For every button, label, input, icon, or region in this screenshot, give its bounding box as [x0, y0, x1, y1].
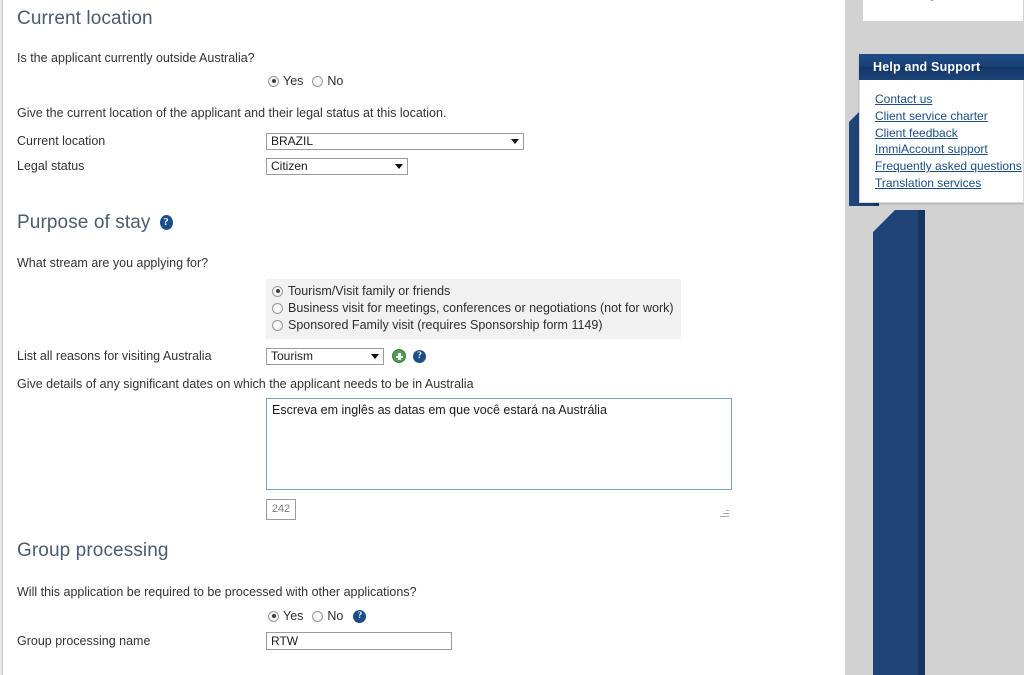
significant-dates-textarea[interactable] — [266, 398, 732, 490]
reasons-select[interactable]: Tourism — [266, 347, 384, 365]
radio-yes-icon[interactable] — [268, 610, 279, 622]
character-counter: 242 — [266, 499, 296, 520]
legal-status-select-value: Citizen — [271, 158, 308, 173]
chevron-down-icon[interactable] — [511, 139, 519, 144]
group-processing-yes-option[interactable]: Yes — [268, 609, 303, 623]
stream-option-tourism-label: Tourism/Visit family or friends — [288, 284, 451, 299]
group-processing-question: Will this application be required to be … — [17, 585, 417, 599]
group-processing-no-option[interactable]: No — [312, 609, 343, 623]
radio-business-icon[interactable] — [272, 302, 283, 314]
page-root: Current location Is the applicant curren… — [0, 0, 1024, 675]
help-icon-purpose-of-stay[interactable]: ? — [159, 215, 173, 230]
group-processing-name-label: Group processing name — [17, 634, 151, 649]
significant-dates-label: Give details of any significant dates on… — [17, 376, 474, 391]
section-title-current-location: Current location — [17, 8, 837, 30]
link-contact-us[interactable]: Contact us — [875, 91, 1023, 108]
link-client-service-charter[interactable]: Client service charter — [875, 108, 1023, 125]
outside-australia-radio-group: Yes No — [268, 74, 837, 88]
help-and-support-panel: Help and Support Contact us Client servi… — [859, 54, 1024, 203]
reasons-label: List all reasons for visiting Australia — [17, 349, 212, 364]
current-location-select[interactable]: BRAZIL — [266, 132, 524, 150]
purpose-of-stay-heading-text: Purpose of stay — [17, 211, 151, 233]
stream-options-wrapper: Tourism/Visit family or friends Business… — [266, 278, 837, 339]
stream-option-business-label: Business visit for meetings, conferences… — [288, 301, 674, 316]
radio-yes-icon[interactable] — [268, 75, 279, 87]
current-location-select-value: BRAZIL — [271, 133, 314, 148]
current-location-field-label: Current location — [17, 134, 106, 148]
help-and-support-links: Contact us Client service charter Client… — [859, 80, 1024, 203]
stream-radio-group: Tourism/Visit family or friends Business… — [266, 278, 681, 339]
decorative-ribbon-lower — [873, 210, 925, 675]
stream-question: What stream are you applying for? — [17, 255, 209, 270]
radio-tourism-icon[interactable] — [272, 285, 283, 297]
significant-dates-field-wrapper: 242 — [266, 398, 732, 520]
add-reason-icon[interactable] — [392, 349, 406, 364]
help-and-support-header: Help and Support — [859, 54, 1024, 80]
section-title-purpose-of-stay: Purpose of stay ? — [17, 212, 837, 234]
current-location-question: Is the applicant currently outside Austr… — [17, 51, 255, 65]
help-icon-reasons[interactable]: ? — [413, 349, 426, 363]
stream-option-sponsored-family-label: Sponsored Family visit (requires Sponsor… — [288, 318, 603, 333]
chevron-down-icon[interactable] — [371, 354, 379, 360]
link-client-feedback[interactable]: Client feedback — [875, 125, 1023, 142]
resize-grip-icon[interactable] — [720, 508, 729, 517]
legal-status-select[interactable]: Citizen — [266, 157, 408, 175]
stream-option-sponsored-family[interactable]: Sponsored Family visit (requires Sponsor… — [272, 317, 674, 334]
radio-no-icon[interactable] — [312, 75, 324, 87]
group-processing-name-input[interactable] — [266, 632, 452, 651]
current-location-heading-text: Current location — [17, 8, 153, 29]
radio-sponsored-family-icon[interactable] — [272, 319, 283, 331]
row-legal-status: Legal status Citizen — [17, 157, 837, 175]
group-processing-yes-label: Yes — [283, 609, 304, 624]
rail-card-above: Processing times — [862, 0, 1024, 21]
group-processing-radio-group: Yes No ? — [268, 609, 837, 623]
row-reasons: List all reasons for visiting Australia … — [17, 347, 837, 365]
link-immiaccount-support[interactable]: ImmiAccount support — [875, 141, 1023, 158]
stream-option-tourism[interactable]: Tourism/Visit family or friends — [272, 283, 674, 300]
processing-times-link[interactable]: Processing times — [876, 0, 967, 1]
outside-australia-no-label: No — [327, 74, 344, 89]
outside-australia-yes-option[interactable]: Yes — [268, 74, 303, 88]
chevron-down-icon[interactable] — [395, 164, 403, 169]
row-group-processing-name: Group processing name — [17, 632, 837, 651]
help-icon-group-processing[interactable]: ? — [353, 609, 367, 623]
radio-no-icon[interactable] — [312, 610, 324, 622]
form-content: Current location Is the applicant curren… — [17, 0, 837, 675]
group-processing-heading-text: Group processing — [17, 540, 169, 561]
stream-option-business[interactable]: Business visit for meetings, conferences… — [272, 300, 674, 317]
reasons-select-value: Tourism — [271, 348, 314, 363]
link-translation-services[interactable]: Translation services — [875, 175, 1023, 192]
section-title-group-processing: Group processing — [17, 540, 837, 562]
row-current-location: Current location BRAZIL — [17, 132, 837, 150]
form-panel: Current location Is the applicant curren… — [0, 0, 846, 675]
outside-australia-yes-label: Yes — [283, 74, 304, 89]
legal-status-field-label: Legal status — [17, 159, 85, 173]
current-location-instruction: Give the current location of the applica… — [17, 106, 447, 121]
outside-australia-no-option[interactable]: No — [312, 74, 343, 88]
group-processing-no-label: No — [327, 609, 344, 624]
link-frequently-asked-questions[interactable]: Frequently asked questions — [875, 158, 1023, 175]
